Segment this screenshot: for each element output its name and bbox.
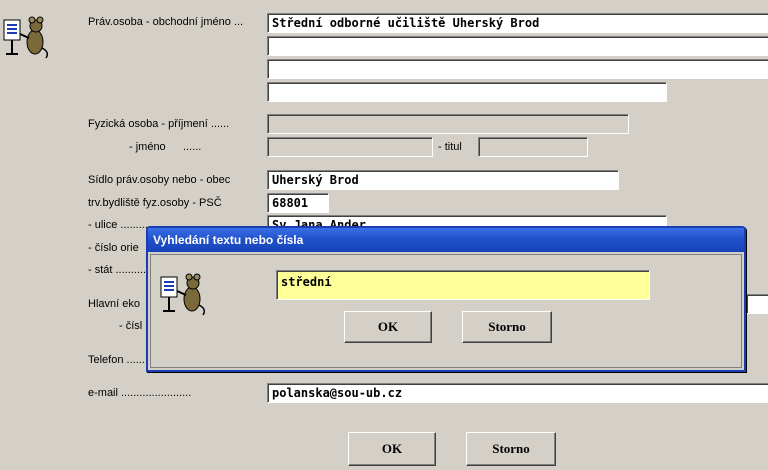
company-name-field-1[interactable]: Střední odborné učiliště Uherský Brod [267, 13, 768, 33]
ok-button[interactable]: OK [348, 432, 436, 466]
phone-label: Telefon ...... [88, 354, 145, 366]
street-number-label: - číslo orie [88, 242, 139, 254]
first-name-label: - jméno [129, 141, 166, 153]
zip-field[interactable]: 68801 [267, 193, 329, 213]
city-field[interactable]: Uherský Brod [267, 170, 619, 190]
surname-field[interactable] [267, 114, 629, 134]
search-input[interactable]: střední [276, 270, 650, 300]
search-dialog: Vyhledání textu nebo čísla střední OK St… [146, 226, 746, 372]
dialog-mascot-icon [159, 271, 209, 319]
street-label: - ulice ......... [88, 219, 148, 231]
email-field[interactable]: polanska@sou-ub.cz [267, 383, 768, 403]
title-label: - titul [438, 141, 462, 153]
dialog-cancel-button[interactable]: Storno [462, 311, 552, 343]
search-dialog-body: střední OK Storno [150, 254, 742, 368]
main-econ-field[interactable] [746, 294, 768, 314]
app-mascot-icon [2, 14, 52, 62]
company-name-field-2[interactable] [267, 36, 768, 56]
city-label: Sídlo práv.osoby nebo - obec [88, 174, 231, 186]
dialog-ok-button[interactable]: OK [344, 311, 432, 343]
company-name-field-3[interactable] [267, 59, 768, 79]
company-name-field-4[interactable] [267, 82, 667, 102]
first-name-dots: ...... [183, 141, 202, 153]
country-label: - stát .......... [88, 264, 147, 276]
first-name-field[interactable] [267, 137, 433, 157]
zip-label: trv.bydliště fyz.osoby - PSČ [88, 197, 222, 209]
company-name-label: Práv.osoba - obchodní jméno ... [88, 16, 244, 28]
cancel-button[interactable]: Storno [466, 432, 556, 466]
search-dialog-title[interactable]: Vyhledání textu nebo čísla [148, 228, 744, 252]
main-econ-label: Hlavní eko [88, 298, 140, 310]
email-label: e-mail ....................... [88, 387, 192, 399]
main-econ-sub-label: - čísl [119, 320, 143, 332]
surname-label: Fyzická osoba - příjmení ...... [88, 118, 230, 130]
title-field[interactable] [478, 137, 588, 157]
